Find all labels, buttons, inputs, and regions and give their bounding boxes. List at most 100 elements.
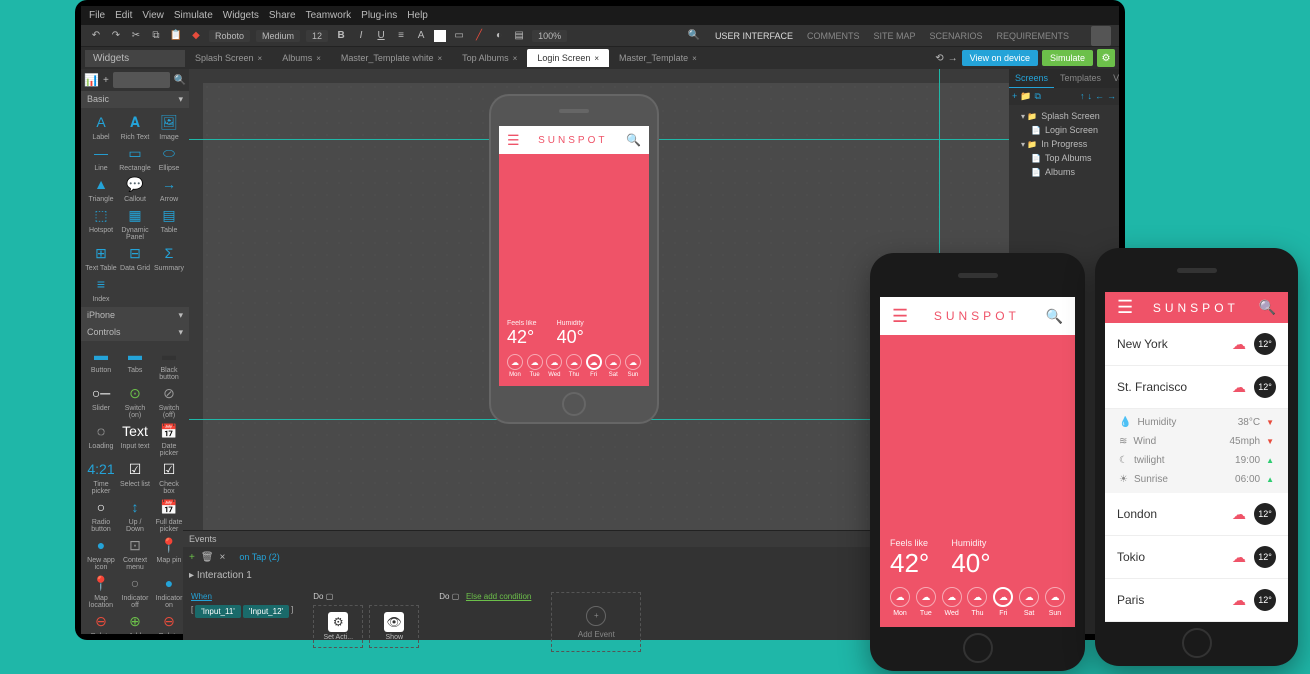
widget-check-box[interactable]: ☑Check box: [153, 459, 185, 495]
city-row[interactable]: Tokio☁12°: [1105, 536, 1288, 579]
tab-albums[interactable]: Albums×: [272, 49, 331, 67]
nav-ui[interactable]: USER INTERFACE: [715, 31, 793, 41]
tab-variables[interactable]: Variables: [1107, 69, 1119, 88]
widget-dynamic-panel[interactable]: ▦Dynamic Panel: [119, 205, 151, 241]
widget-callout[interactable]: 💬Callout: [119, 174, 151, 203]
text-color-icon[interactable]: A: [414, 29, 428, 43]
menu-file[interactable]: File: [89, 10, 105, 21]
tab-screens[interactable]: Screens: [1009, 69, 1054, 88]
widget-index[interactable]: ≡Index: [85, 274, 117, 303]
menu-simulate[interactable]: Simulate: [174, 10, 213, 21]
widget-full-date-picker[interactable]: 📅Full date picker: [153, 497, 185, 533]
widget-rectangle[interactable]: ▭Rectangle: [119, 143, 151, 172]
opacity-icon[interactable]: ◐: [492, 29, 506, 43]
tree-in-progress[interactable]: ▾ 📁In Progress: [1013, 137, 1115, 151]
input-chip-1[interactable]: 'Input_11': [195, 605, 241, 618]
day-sun[interactable]: ☁Sun: [1045, 587, 1065, 617]
align-icon[interactable]: ≡: [394, 29, 408, 43]
tree-albums[interactable]: 📄Albums: [1013, 165, 1115, 179]
widget-new-app-icon[interactable]: ●New app icon: [85, 535, 117, 571]
widget-radio-button[interactable]: ○Radio button: [85, 497, 117, 533]
tab-templates[interactable]: Templates: [1054, 69, 1107, 88]
widget-line[interactable]: —Line: [85, 143, 117, 172]
menu-widgets[interactable]: Widgets: [223, 10, 259, 21]
delete-event-icon[interactable]: 🗑: [201, 552, 214, 563]
when-link[interactable]: When: [191, 592, 293, 601]
widget-date-picker[interactable]: 📅Date picker: [153, 421, 185, 457]
underline-icon[interactable]: U: [374, 29, 388, 43]
widget-delete[interactable]: ⊖Delete: [85, 611, 117, 634]
action-show[interactable]: 👁Show: [369, 605, 419, 648]
hamburger-icon[interactable]: ☰: [507, 132, 520, 149]
widget-rich-text[interactable]: 𝐀Rich Text: [119, 112, 151, 141]
weight-select[interactable]: Medium: [256, 30, 300, 42]
widget-input-text[interactable]: TextInput text: [119, 421, 151, 457]
nav-fwd-icon[interactable]: →: [948, 53, 958, 64]
cut-icon[interactable]: ✂: [129, 29, 143, 43]
avatar[interactable]: [1091, 26, 1111, 46]
widget-arrow[interactable]: →Arrow: [153, 174, 185, 203]
day-thu[interactable]: ☁Thu: [967, 587, 987, 617]
widget-delete-centered[interactable]: ⊖Delete centered: [153, 611, 185, 634]
gear-icon[interactable]: ⚙: [1097, 49, 1115, 67]
widget-triangle[interactable]: ▲Triangle: [85, 174, 117, 203]
up-icon[interactable]: ↑: [1080, 91, 1085, 102]
menu-plugins[interactable]: Plug-ins: [361, 10, 397, 21]
widget-tabs[interactable]: ▬Tabs: [119, 345, 151, 381]
down-icon[interactable]: ↓: [1088, 91, 1093, 102]
city-row[interactable]: Paris☁12°: [1105, 579, 1288, 622]
day-thu[interactable]: ☁Thu: [566, 354, 582, 378]
tree-login-screen[interactable]: 📄Login Screen: [1013, 123, 1115, 137]
menu-share[interactable]: Share: [269, 10, 296, 21]
category-controls[interactable]: Controls▾: [81, 324, 189, 341]
right-icon[interactable]: →: [1107, 91, 1116, 102]
nav-comments[interactable]: COMMENTS: [807, 31, 860, 41]
else-link[interactable]: Else add condition: [466, 592, 531, 601]
view-device-button[interactable]: View on device: [962, 50, 1038, 66]
widget-hotspot[interactable]: ⬚Hotspot: [85, 205, 117, 241]
search-icon[interactable]: 🔍: [1046, 308, 1063, 325]
day-wed[interactable]: ☁Wed: [942, 587, 962, 617]
nav-back-icon[interactable]: ⟲: [935, 53, 943, 64]
italic-icon[interactable]: I: [354, 29, 368, 43]
widget-add[interactable]: ⊕Add: [119, 611, 151, 634]
widget-image[interactable]: 🖼Image: [153, 112, 185, 141]
widget-loading[interactable]: ◌Loading: [85, 421, 117, 457]
redo-icon[interactable]: ↷: [109, 29, 123, 43]
city-row[interactable]: London☁12°: [1105, 493, 1288, 536]
duplicate-icon[interactable]: ⧉: [1034, 91, 1040, 102]
widget-map-pin[interactable]: 📍Map pin: [153, 535, 185, 571]
simulate-button[interactable]: Simulate: [1042, 50, 1093, 66]
widget-map-location[interactable]: 📍Map location: [85, 573, 117, 609]
phone-mockup[interactable]: ☰ SUNSPOT 🔍 Feels like42° Humidity40° ☁M…: [489, 94, 659, 424]
widget-indicator-off[interactable]: ○Indicator off: [119, 573, 151, 609]
menu-teamwork[interactable]: Teamwork: [306, 10, 352, 21]
search-icon[interactable]: 🔍: [1259, 299, 1276, 316]
widget-text-table[interactable]: ⊞Text Table: [85, 243, 117, 272]
font-select[interactable]: Roboto: [209, 30, 250, 42]
widget-summary[interactable]: ΣSummary: [153, 243, 185, 272]
widget-black-button[interactable]: ▬Black button: [153, 345, 185, 381]
day-fri[interactable]: ☁Fri: [586, 354, 602, 378]
day-fri[interactable]: ☁Fri: [993, 587, 1013, 617]
menu-edit[interactable]: Edit: [115, 10, 132, 21]
stroke-icon[interactable]: ╱: [472, 29, 486, 43]
shadow-icon[interactable]: ▤: [512, 29, 526, 43]
widget-time-picker[interactable]: 4:21Time picker: [85, 459, 117, 495]
paste-icon[interactable]: 📋: [169, 29, 183, 43]
nav-requirements[interactable]: REQUIREMENTS: [996, 31, 1069, 41]
tab-top-albums[interactable]: Top Albums×: [452, 49, 527, 67]
fill-swatch[interactable]: [434, 30, 446, 42]
city-row[interactable]: St. Francisco☁12°: [1105, 366, 1288, 409]
day-tue[interactable]: ☁Tue: [527, 354, 543, 378]
search-icon[interactable]: 🔍: [626, 133, 641, 147]
category-basic[interactable]: Basic▾: [81, 91, 189, 108]
widget-table[interactable]: ▤Table: [153, 205, 185, 241]
tab-splash[interactable]: Splash Screen×: [185, 49, 272, 67]
city-row[interactable]: New York☁12°: [1105, 323, 1288, 366]
day-wed[interactable]: ☁Wed: [546, 354, 562, 378]
category-iphone[interactable]: iPhone▾: [81, 307, 189, 324]
chart-icon[interactable]: 📊: [84, 73, 99, 87]
tab-login[interactable]: Login Screen×: [527, 49, 609, 67]
widget-slider[interactable]: ○─Slider: [85, 383, 117, 419]
